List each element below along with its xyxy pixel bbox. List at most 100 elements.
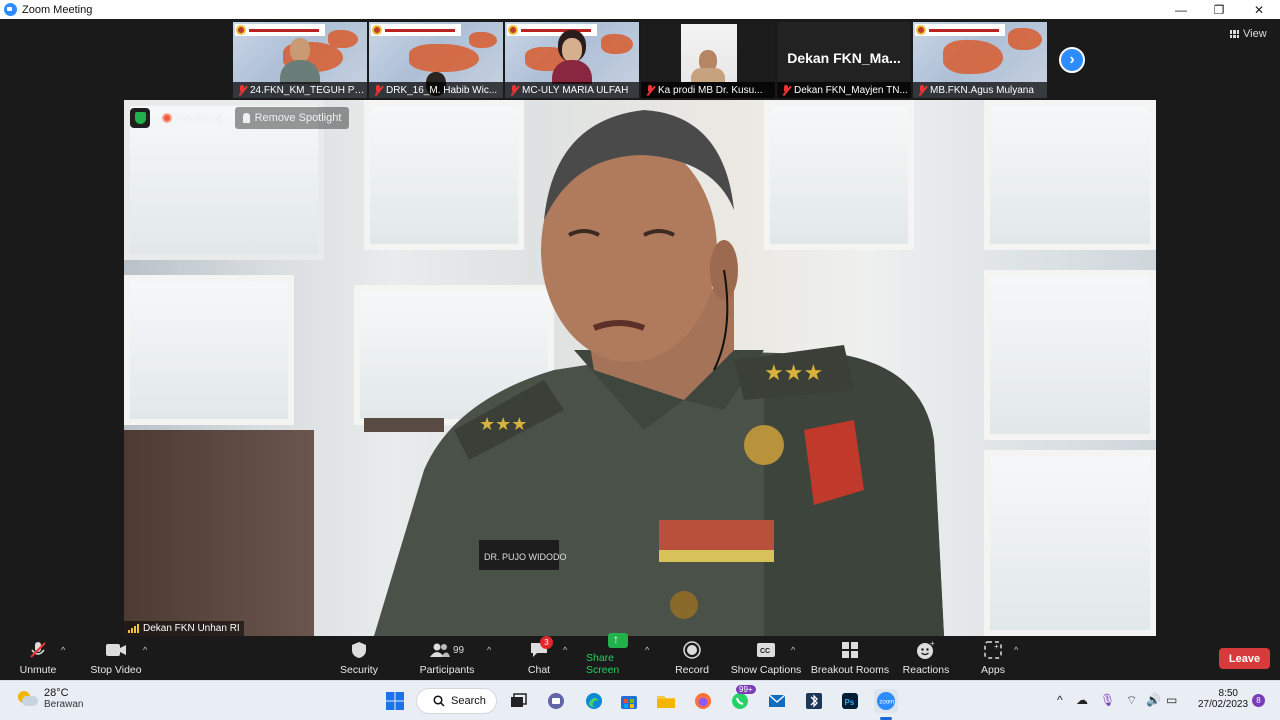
zoom-taskbar-icon[interactable]: zoom	[874, 689, 898, 713]
participant-display-name: Dekan FKN_Ma...	[787, 50, 901, 66]
recording-label: Recording	[177, 112, 223, 124]
share-screen-icon	[606, 632, 630, 648]
weather-widget[interactable]: 28°C Berawan	[16, 687, 83, 710]
minimize-button[interactable]: —	[1162, 0, 1200, 19]
participant-tile[interactable]: MB.FKN.Agus Mulyana	[913, 22, 1047, 98]
teams-chat-icon[interactable]	[544, 689, 568, 713]
breakout-rooms-button[interactable]: Breakout Rooms	[810, 636, 890, 680]
notification-count[interactable]: 8	[1252, 694, 1265, 707]
map-land	[469, 32, 497, 48]
view-label: View	[1243, 28, 1267, 40]
remove-spotlight-button[interactable]: Remove Spotlight	[234, 107, 350, 129]
mic-muted-icon	[781, 84, 791, 96]
share-options-caret[interactable]: ^	[645, 645, 649, 655]
main-speaker-video[interactable]: ★★★ ★★★ DR. PUJO WIDODO	[124, 100, 1156, 636]
record-label: Record	[675, 664, 709, 676]
mic-muted-icon	[917, 84, 927, 96]
remove-spotlight-label: Remove Spotlight	[254, 112, 342, 124]
participant-nameplate: Dekan FKN_Mayjen TN...	[777, 82, 911, 98]
stop-video-button[interactable]: Stop Video	[88, 636, 144, 680]
system-clock[interactable]: 8:50 27/02/2023	[1198, 688, 1248, 710]
map-land	[328, 30, 358, 48]
next-page-button[interactable]: ›	[1059, 47, 1085, 73]
pin-icon	[242, 113, 250, 123]
photoshop-icon[interactable]: Ps	[838, 689, 862, 713]
windows-start-icon[interactable]	[383, 689, 407, 713]
audio-options-caret[interactable]: ^	[61, 645, 65, 655]
unmute-button[interactable]: Unmute	[14, 636, 62, 680]
participant-tile[interactable]: Dekan FKN_Ma... Dekan FKN_Mayjen TN...	[777, 22, 911, 98]
chevron-up-icon[interactable]: ^	[1057, 693, 1063, 707]
view-button[interactable]: View	[1230, 28, 1267, 40]
wifi-icon[interactable]: ⌔	[1126, 693, 1137, 708]
participants-button[interactable]: 99 Participants	[418, 636, 476, 680]
apps-options-caret[interactable]: ^	[1014, 645, 1018, 655]
thumbnail-strip: 24.FKN_KM_TEGUH PR... DRK_16_M. Habib Wi…	[233, 22, 1047, 98]
meeting-stage: 24.FKN_KM_TEGUH PR... DRK_16_M. Habib Wi…	[0, 19, 1280, 636]
chat-button[interactable]: 3 Chat	[522, 636, 556, 680]
participant-name: DRK_16_M. Habib Wic...	[386, 84, 498, 96]
mail-icon[interactable]	[765, 689, 789, 713]
university-banner	[915, 24, 1005, 36]
participant-tile[interactable]: 24.FKN_KM_TEGUH PR...	[233, 22, 367, 98]
close-button[interactable]: ✕	[1240, 0, 1278, 19]
mic-muted-icon	[237, 84, 247, 96]
reactions-button[interactable]: + Reactions	[902, 636, 950, 680]
security-button[interactable]: Security	[336, 636, 382, 680]
chat-options-caret[interactable]: ^	[563, 645, 567, 655]
task-view-icon[interactable]	[506, 689, 530, 713]
microphone-icon[interactable]: 🎙	[1100, 693, 1115, 707]
participant-tile[interactable]: Ka prodi MB Dr. Kusu...	[641, 22, 775, 98]
signal-bars-icon	[128, 624, 139, 633]
share-screen-button[interactable]: Share Screen	[586, 632, 650, 680]
show-captions-button[interactable]: CC Show Captions	[730, 636, 802, 680]
uniform-shadow	[764, 355, 944, 636]
star-icon: ★★★	[479, 414, 527, 434]
svg-text:CC: CC	[760, 648, 770, 655]
apps-button[interactable]: + Apps	[976, 636, 1010, 680]
captions-options-caret[interactable]: ^	[791, 645, 795, 655]
map-land	[601, 34, 633, 54]
show-captions-label: Show Captions	[730, 664, 802, 676]
firefox-icon[interactable]	[691, 689, 715, 713]
file-explorer-icon[interactable]	[654, 689, 678, 713]
participant-name: Dekan FKN_Mayjen TN...	[794, 84, 908, 96]
weather-temperature: 28°C	[44, 687, 69, 699]
participant-name: MC-ULY MARIA ULFAH	[522, 84, 629, 96]
taskbar-search[interactable]: Search	[416, 688, 497, 714]
whatsapp-icon[interactable]: 99+	[728, 685, 756, 713]
svg-text:Ps: Ps	[845, 698, 855, 707]
onedrive-icon[interactable]: ☁	[1076, 693, 1088, 707]
participants-label: Participants	[419, 664, 475, 676]
university-banner	[235, 24, 325, 36]
edge-icon[interactable]	[582, 689, 606, 713]
volume-icon[interactable]: 🔊	[1146, 693, 1161, 707]
medal-badge	[744, 425, 784, 465]
maximize-button[interactable]: ❐	[1200, 0, 1238, 19]
participants-options-caret[interactable]: ^	[487, 645, 491, 655]
participant-name: 24.FKN_KM_TEGUH PR...	[250, 84, 367, 96]
cc-icon: CC	[754, 640, 778, 660]
video-options-caret[interactable]: ^	[143, 645, 147, 655]
unmute-label: Unmute	[19, 664, 57, 676]
apps-icon: +	[981, 640, 1005, 660]
recording-indicator[interactable]: Recording	[156, 108, 229, 128]
mic-muted-icon	[373, 84, 383, 96]
university-banner	[371, 24, 461, 36]
star-icon: ★★★	[764, 360, 823, 385]
name-tag-text: DR. PUJO WIDODO	[484, 552, 567, 562]
whatsapp-badge: 99+	[736, 685, 756, 694]
leave-button[interactable]: Leave	[1219, 648, 1270, 669]
svg-text:+: +	[994, 642, 999, 651]
battery-icon[interactable]: ▭	[1166, 693, 1177, 707]
speaker-name-label: Dekan FKN Unhan RI	[124, 621, 244, 636]
participant-tile[interactable]: MC-ULY MARIA ULFAH	[505, 22, 639, 98]
record-button[interactable]: Record	[672, 636, 712, 680]
meeting-toolbar: Unmute ^ Stop Video ^ Security 99 Partic…	[0, 632, 1280, 680]
title-bar: Zoom Meeting — ❐ ✕	[0, 0, 1280, 19]
speaker-name: Dekan FKN Unhan RI	[143, 623, 240, 634]
participant-tile[interactable]: DRK_16_M. Habib Wic...	[369, 22, 503, 98]
microsoft-store-icon[interactable]	[617, 689, 641, 713]
clock-time: 8:50	[1218, 688, 1238, 699]
bluetooth-app-icon[interactable]	[802, 689, 826, 713]
